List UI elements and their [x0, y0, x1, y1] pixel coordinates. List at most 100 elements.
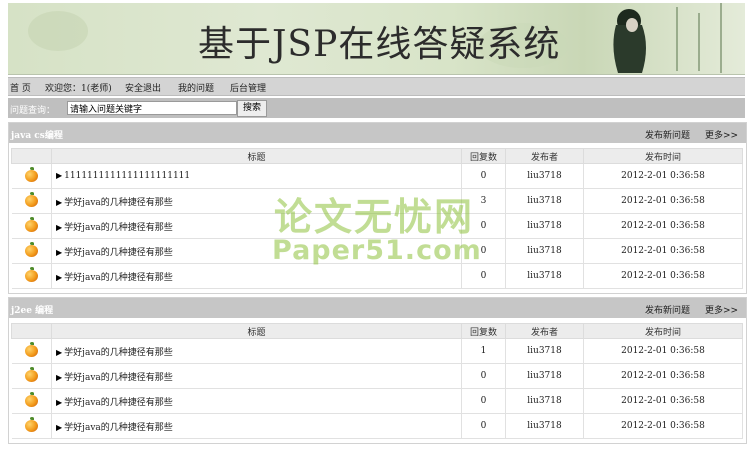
- time-cell: 2012-2-01 0:36:58: [583, 363, 743, 389]
- triangle-right-icon: ▶: [56, 347, 63, 357]
- author-cell: liu3718: [505, 388, 584, 414]
- table-row: ▶ 学好java的几种捷径有那些 0 liu3718 2012-2-01 0:36…: [11, 238, 743, 264]
- time-cell: 2012-2-01 0:36:58: [583, 238, 743, 264]
- time-cell: 2012-2-01 0:36:58: [583, 388, 743, 414]
- section-header: j2ee 编程 发布新问题 更多>>: [9, 298, 746, 318]
- table-header-row: 标题 回复数 发布者 发布时间: [11, 323, 743, 339]
- orange-fruit-icon: [24, 342, 38, 357]
- time-cell: 2012-2-01 0:36:58: [583, 213, 743, 239]
- section-j2ee: j2ee 编程 发布新问题 更多>> 标题 回复数 发布者 发布时间 ▶ 学好ja…: [8, 297, 747, 444]
- banner-decoration: [676, 7, 678, 71]
- post-question-link[interactable]: 发布新问题: [645, 128, 690, 141]
- row-icon-cell: [11, 163, 52, 189]
- author-cell: liu3718: [505, 188, 584, 214]
- section-title: java cs编程: [11, 131, 63, 141]
- question-title-cell[interactable]: ▶ 学好java的几种捷径有那些: [51, 413, 462, 439]
- orange-fruit-icon: [24, 267, 38, 282]
- table-header-row: 标题 回复数 发布者 发布时间: [11, 148, 743, 164]
- section-title: j2ee 编程: [11, 306, 54, 316]
- question-title-cell[interactable]: ▶ 学好java的几种捷径有那些: [51, 338, 462, 364]
- replies-cell: 0: [461, 363, 506, 389]
- question-title[interactable]: 学好java的几种捷径有那些: [64, 373, 173, 383]
- author-cell: liu3718: [505, 363, 584, 389]
- question-title-cell[interactable]: ▶ 1111111111111111111111: [51, 163, 462, 189]
- orange-fruit-icon: [24, 167, 38, 182]
- table-row: ▶ 学好java的几种捷径有那些 3 liu3718 2012-2-01 0:36…: [11, 188, 743, 214]
- question-title[interactable]: 学好java的几种捷径有那些: [64, 423, 173, 433]
- site-banner: 基于JSP在线答疑系统: [8, 3, 745, 75]
- row-icon-cell: [11, 238, 52, 264]
- time-cell: 2012-2-01 0:36:58: [583, 338, 743, 364]
- banner-decoration: [698, 13, 700, 71]
- author-column-header: 发布者: [505, 323, 584, 339]
- replies-cell: 0: [461, 263, 506, 289]
- triangle-right-icon: ▶: [56, 272, 63, 282]
- question-title[interactable]: 学好java的几种捷径有那些: [64, 348, 173, 358]
- row-icon-cell: [11, 388, 52, 414]
- more-link[interactable]: 更多>>: [705, 303, 738, 316]
- replies-cell: 1: [461, 338, 506, 364]
- question-title[interactable]: 1111111111111111111111: [64, 171, 190, 181]
- row-icon-cell: [11, 188, 52, 214]
- question-title-cell[interactable]: ▶ 学好java的几种捷径有那些: [51, 188, 462, 214]
- time-cell: 2012-2-01 0:36:58: [583, 413, 743, 439]
- row-icon-cell: [11, 338, 52, 364]
- replies-cell: 0: [461, 388, 506, 414]
- triangle-right-icon: ▶: [56, 372, 63, 382]
- row-icon-cell: [11, 263, 52, 289]
- question-title[interactable]: 学好java的几种捷径有那些: [64, 248, 173, 258]
- question-title[interactable]: 学好java的几种捷径有那些: [64, 223, 173, 233]
- question-table: 标题 回复数 发布者 发布时间 ▶ 1111111111111111111111 …: [11, 148, 743, 289]
- replies-cell: 0: [461, 238, 506, 264]
- question-title-cell[interactable]: ▶ 学好java的几种捷径有那些: [51, 213, 462, 239]
- triangle-right-icon: ▶: [56, 197, 63, 207]
- time-column-header: 发布时间: [583, 148, 743, 164]
- time-cell: 2012-2-01 0:36:58: [583, 163, 743, 189]
- nav-home[interactable]: 首 页: [10, 81, 31, 94]
- triangle-right-icon: ▶: [56, 247, 63, 257]
- row-icon-cell: [11, 213, 52, 239]
- orange-fruit-icon: [24, 192, 38, 207]
- question-title[interactable]: 学好java的几种捷径有那些: [64, 198, 173, 208]
- row-icon-cell: [11, 413, 52, 439]
- table-row: ▶ 学好java的几种捷径有那些 0 liu3718 2012-2-01 0:36…: [11, 213, 743, 239]
- table-row: ▶ 学好java的几种捷径有那些 0 liu3718 2012-2-01 0:36…: [11, 413, 743, 439]
- search-input[interactable]: [67, 101, 237, 115]
- nav-my-questions[interactable]: 我的问题: [178, 81, 214, 94]
- orange-fruit-icon: [24, 392, 38, 407]
- search-label: 问题查询：: [10, 106, 56, 116]
- triangle-right-icon: ▶: [56, 222, 63, 232]
- nav-logout[interactable]: 安全退出: [125, 81, 161, 94]
- question-title-cell[interactable]: ▶ 学好java的几种捷径有那些: [51, 363, 462, 389]
- table-row: ▶ 学好java的几种捷径有那些 0 liu3718 2012-2-01 0:36…: [11, 263, 743, 289]
- section-java-cs: java cs编程 发布新问题 更多>> 标题 回复数 发布者 发布时间 ▶ 11…: [8, 122, 747, 294]
- time-column-header: 发布时间: [583, 323, 743, 339]
- time-cell: 2012-2-01 0:36:58: [583, 188, 743, 214]
- time-cell: 2012-2-01 0:36:58: [583, 263, 743, 289]
- table-row: ▶ 学好java的几种捷径有那些 0 liu3718 2012-2-01 0:36…: [11, 363, 743, 389]
- post-question-link[interactable]: 发布新问题: [645, 303, 690, 316]
- question-title-cell[interactable]: ▶ 学好java的几种捷径有那些: [51, 388, 462, 414]
- title-column-header: 标题: [51, 323, 462, 339]
- banner-figure-icon: [613, 9, 646, 73]
- table-row: ▶ 学好java的几种捷径有那些 1 liu3718 2012-2-01 0:36…: [11, 338, 743, 364]
- question-title-cell[interactable]: ▶ 学好java的几种捷径有那些: [51, 238, 462, 264]
- replies-cell: 0: [461, 163, 506, 189]
- search-button[interactable]: 搜索: [237, 100, 267, 117]
- more-link[interactable]: 更多>>: [705, 128, 738, 141]
- replies-cell: 0: [461, 213, 506, 239]
- icon-column-header: [11, 148, 52, 164]
- icon-column-header: [11, 323, 52, 339]
- author-cell: liu3718: [505, 413, 584, 439]
- orange-fruit-icon: [24, 417, 38, 432]
- section-header: java cs编程 发布新问题 更多>>: [9, 123, 746, 143]
- question-title-cell[interactable]: ▶ 学好java的几种捷径有那些: [51, 263, 462, 289]
- author-cell: liu3718: [505, 238, 584, 264]
- triangle-right-icon: ▶: [56, 422, 63, 432]
- question-title[interactable]: 学好java的几种捷径有那些: [64, 398, 173, 408]
- title-column-header: 标题: [51, 148, 462, 164]
- question-title[interactable]: 学好java的几种捷径有那些: [64, 273, 173, 283]
- triangle-right-icon: ▶: [56, 171, 63, 180]
- nav-admin[interactable]: 后台管理: [230, 81, 266, 94]
- row-icon-cell: [11, 363, 52, 389]
